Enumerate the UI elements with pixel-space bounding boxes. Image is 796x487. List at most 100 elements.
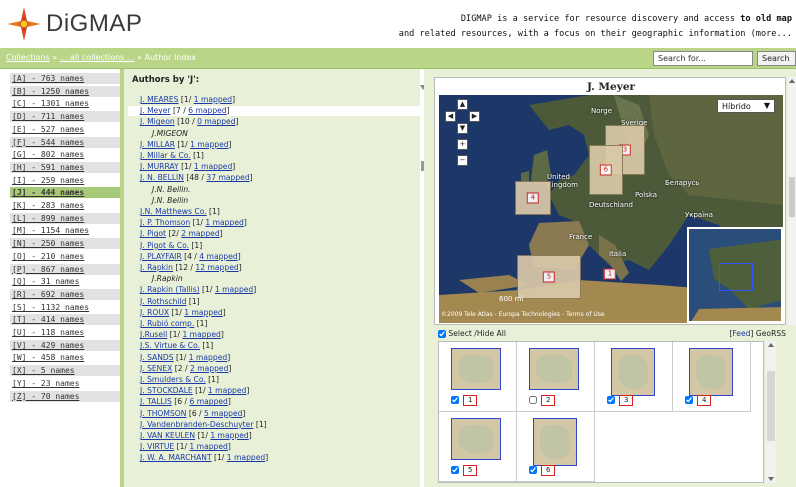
- map-marker-5[interactable]: 5: [517, 255, 581, 299]
- letter-index-link[interactable]: [C] - 1301 names: [12, 99, 89, 108]
- select-all-checkbox[interactable]: [438, 330, 446, 338]
- gallery-item[interactable]: 3: [595, 342, 673, 412]
- gallery-item[interactable]: 2: [517, 342, 595, 412]
- breadcrumb-all-collections-link[interactable]: ... all collections ...: [60, 53, 135, 62]
- author-mapped-link[interactable]: 1 mapped: [182, 330, 220, 339]
- breadcrumb-collections-link[interactable]: Collections: [6, 53, 50, 62]
- author-name[interactable]: J. TALLIS: [140, 397, 172, 406]
- author-entry[interactable]: J. SANDS [1/ 1 mapped]: [140, 353, 230, 363]
- author-mapped-link[interactable]: 1 mapped: [215, 285, 253, 294]
- letter-index-link[interactable]: [E] - 527 names: [12, 125, 84, 134]
- author-mapped-link[interactable]: 5 mapped: [204, 409, 242, 418]
- letter-index-item[interactable]: [T] - 414 names: [10, 314, 120, 326]
- author-entry[interactable]: J. THOMSON [6 / 5 mapped]: [140, 409, 245, 419]
- author-entry[interactable]: J. Migeon [10 / 0 mapped]: [140, 117, 239, 127]
- author-name[interactable]: J. VAN KEULEN: [140, 431, 195, 440]
- author-entry[interactable]: J. N. BELLIN [48 / 37 mapped]: [140, 173, 253, 183]
- letter-index-item[interactable]: [X] - 5 names: [10, 365, 120, 377]
- search-input[interactable]: Search for...: [653, 51, 753, 66]
- author-name[interactable]: J. SANDS: [140, 353, 174, 362]
- author-name[interactable]: J. SENEX: [140, 364, 172, 373]
- author-mapped-link[interactable]: 2 mapped: [190, 364, 228, 373]
- letter-index-link[interactable]: [M] - 1154 names: [12, 226, 89, 235]
- select-all-control[interactable]: Select /Hide All: [438, 329, 506, 338]
- pan-right-button[interactable]: ▶: [469, 111, 480, 122]
- letter-index-item[interactable]: [I] - 259 names: [10, 175, 120, 186]
- gallery-item-checkbox[interactable]: [451, 466, 459, 474]
- author-name[interactable]: J. MEARES: [140, 95, 179, 104]
- letter-index-item[interactable]: [O] - 210 names: [10, 251, 120, 262]
- author-entry[interactable]: J. Rapkin (Tallis) [1/ 1 mapped]: [140, 285, 256, 295]
- author-entry[interactable]: J.Rusell [1/ 1 mapped]: [140, 330, 224, 340]
- author-entry[interactable]: J. PLAYFAIR [4 / 4 mapped]: [140, 252, 241, 262]
- letter-index-item[interactable]: [R] - 692 names: [10, 288, 120, 300]
- letter-index-item[interactable]: [W] - 458 names: [10, 352, 120, 363]
- letter-index-link[interactable]: [U] - 118 names: [12, 328, 84, 337]
- letter-index-link[interactable]: [F] - 544 names: [12, 138, 84, 147]
- gallery-item[interactable]: 4: [673, 342, 751, 412]
- gallery-item-checkbox[interactable]: [685, 396, 693, 404]
- logo-text[interactable]: DiGMAP: [46, 10, 142, 38]
- author-entry[interactable]: J. Rubió comp. [1]: [140, 319, 207, 329]
- letter-index-item[interactable]: [D] - 711 names: [10, 111, 120, 123]
- letter-index-item[interactable]: [Z] - 70 names: [10, 390, 120, 402]
- author-name[interactable]: J. Rapkin (Tallis): [140, 285, 200, 294]
- map-overview-inset[interactable]: [687, 227, 783, 323]
- author-entry[interactable]: J. MILLAR [1/ 1 mapped]: [140, 140, 232, 150]
- author-mapped-link[interactable]: 1 mapped: [194, 162, 232, 171]
- letter-index-item[interactable]: [S] - 1132 names: [10, 302, 120, 313]
- author-entry[interactable]: J. P. Thomson [1/ 1 mapped]: [140, 218, 247, 228]
- letter-index-item[interactable]: [J] - 444 names: [10, 187, 120, 199]
- author-mapped-link[interactable]: 1 mapped: [208, 386, 246, 395]
- author-entry[interactable]: J. W. A. MARCHANT [1/ 1 mapped]: [140, 453, 268, 463]
- map-thumbnail[interactable]: [451, 348, 501, 390]
- letter-index-link[interactable]: [W] - 458 names: [12, 353, 84, 362]
- author-name[interactable]: J. Pigot & Co.: [140, 241, 189, 250]
- author-name[interactable]: J. Meyer: [140, 106, 171, 115]
- letter-index-item[interactable]: [F] - 544 names: [10, 136, 120, 148]
- search-button[interactable]: Search: [757, 51, 796, 66]
- author-entry[interactable]: J. MURRAY [1/ 1 mapped]: [140, 162, 235, 172]
- zoom-in-button[interactable]: +: [457, 139, 468, 150]
- author-entry[interactable]: J. Rothschild [1]: [140, 297, 200, 307]
- author-name[interactable]: J. VIRTUE: [140, 442, 174, 451]
- gallery-item-checkbox[interactable]: [529, 396, 537, 404]
- gallery-item-checkbox[interactable]: [607, 396, 615, 404]
- author-name[interactable]: J. Rapkin: [140, 263, 173, 272]
- letter-index-item[interactable]: [G] - 802 names: [10, 149, 120, 160]
- letter-index-item[interactable]: [A] - 763 names: [10, 73, 120, 84]
- author-entry[interactable]: J. VAN KEULEN [1/ 1 mapped]: [140, 431, 252, 441]
- gallery-item[interactable]: 1: [439, 342, 517, 412]
- gallery-item[interactable]: 5: [439, 412, 517, 482]
- letter-index-link[interactable]: [Z] - 70 names: [12, 392, 79, 401]
- letter-index-link[interactable]: [H] - 591 names: [12, 163, 84, 172]
- author-name[interactable]: J. MILLAR: [140, 140, 175, 149]
- author-name[interactable]: J.Rusell: [140, 330, 167, 339]
- author-entry[interactable]: J. Pigot [2/ 2 mapped]: [140, 229, 223, 239]
- author-name[interactable]: J.S. Virtue & Co.: [140, 341, 200, 350]
- letter-index-link[interactable]: [R] - 692 names: [12, 290, 84, 299]
- letter-index-link[interactable]: [P] - 867 names: [12, 265, 84, 274]
- pan-left-button[interactable]: ◀: [445, 111, 456, 122]
- author-name[interactable]: J. THOMSON: [140, 409, 186, 418]
- author-name[interactable]: J.N. Matthews Co.: [140, 207, 207, 216]
- letter-index-item[interactable]: [Y] - 23 names: [10, 378, 120, 389]
- author-name[interactable]: J. Rubió comp.: [140, 319, 194, 328]
- letter-index-item[interactable]: [B] - 1250 names: [10, 85, 120, 97]
- author-entry[interactable]: J. Rapkin [12 / 12 mapped]: [140, 263, 242, 273]
- letter-index-link[interactable]: [O] - 210 names: [12, 252, 84, 261]
- gallery-scrollbar[interactable]: [766, 341, 776, 483]
- letter-index-item[interactable]: [P] - 867 names: [10, 263, 120, 275]
- gallery-item-checkbox[interactable]: [451, 396, 459, 404]
- map-marker-4[interactable]: 4: [515, 181, 551, 215]
- author-entry[interactable]: J. TALLIS [6 / 6 mapped]: [140, 397, 231, 407]
- map-thumbnail[interactable]: [451, 418, 501, 460]
- zoom-out-button[interactable]: −: [457, 155, 468, 166]
- author-entry[interactable]: J. ROUX [1/ 1 mapped]: [140, 308, 226, 318]
- letter-index-item[interactable]: [K] - 283 names: [10, 200, 120, 211]
- letter-index-item[interactable]: [U] - 118 names: [10, 327, 120, 338]
- author-entry[interactable]: J. Millar & Co. [1]: [140, 151, 204, 161]
- map-thumbnail[interactable]: [689, 348, 733, 396]
- author-mapped-link[interactable]: 1 mapped: [210, 431, 248, 440]
- author-entry[interactable]: J. STOCKDALE [1/ 1 mapped]: [140, 386, 249, 396]
